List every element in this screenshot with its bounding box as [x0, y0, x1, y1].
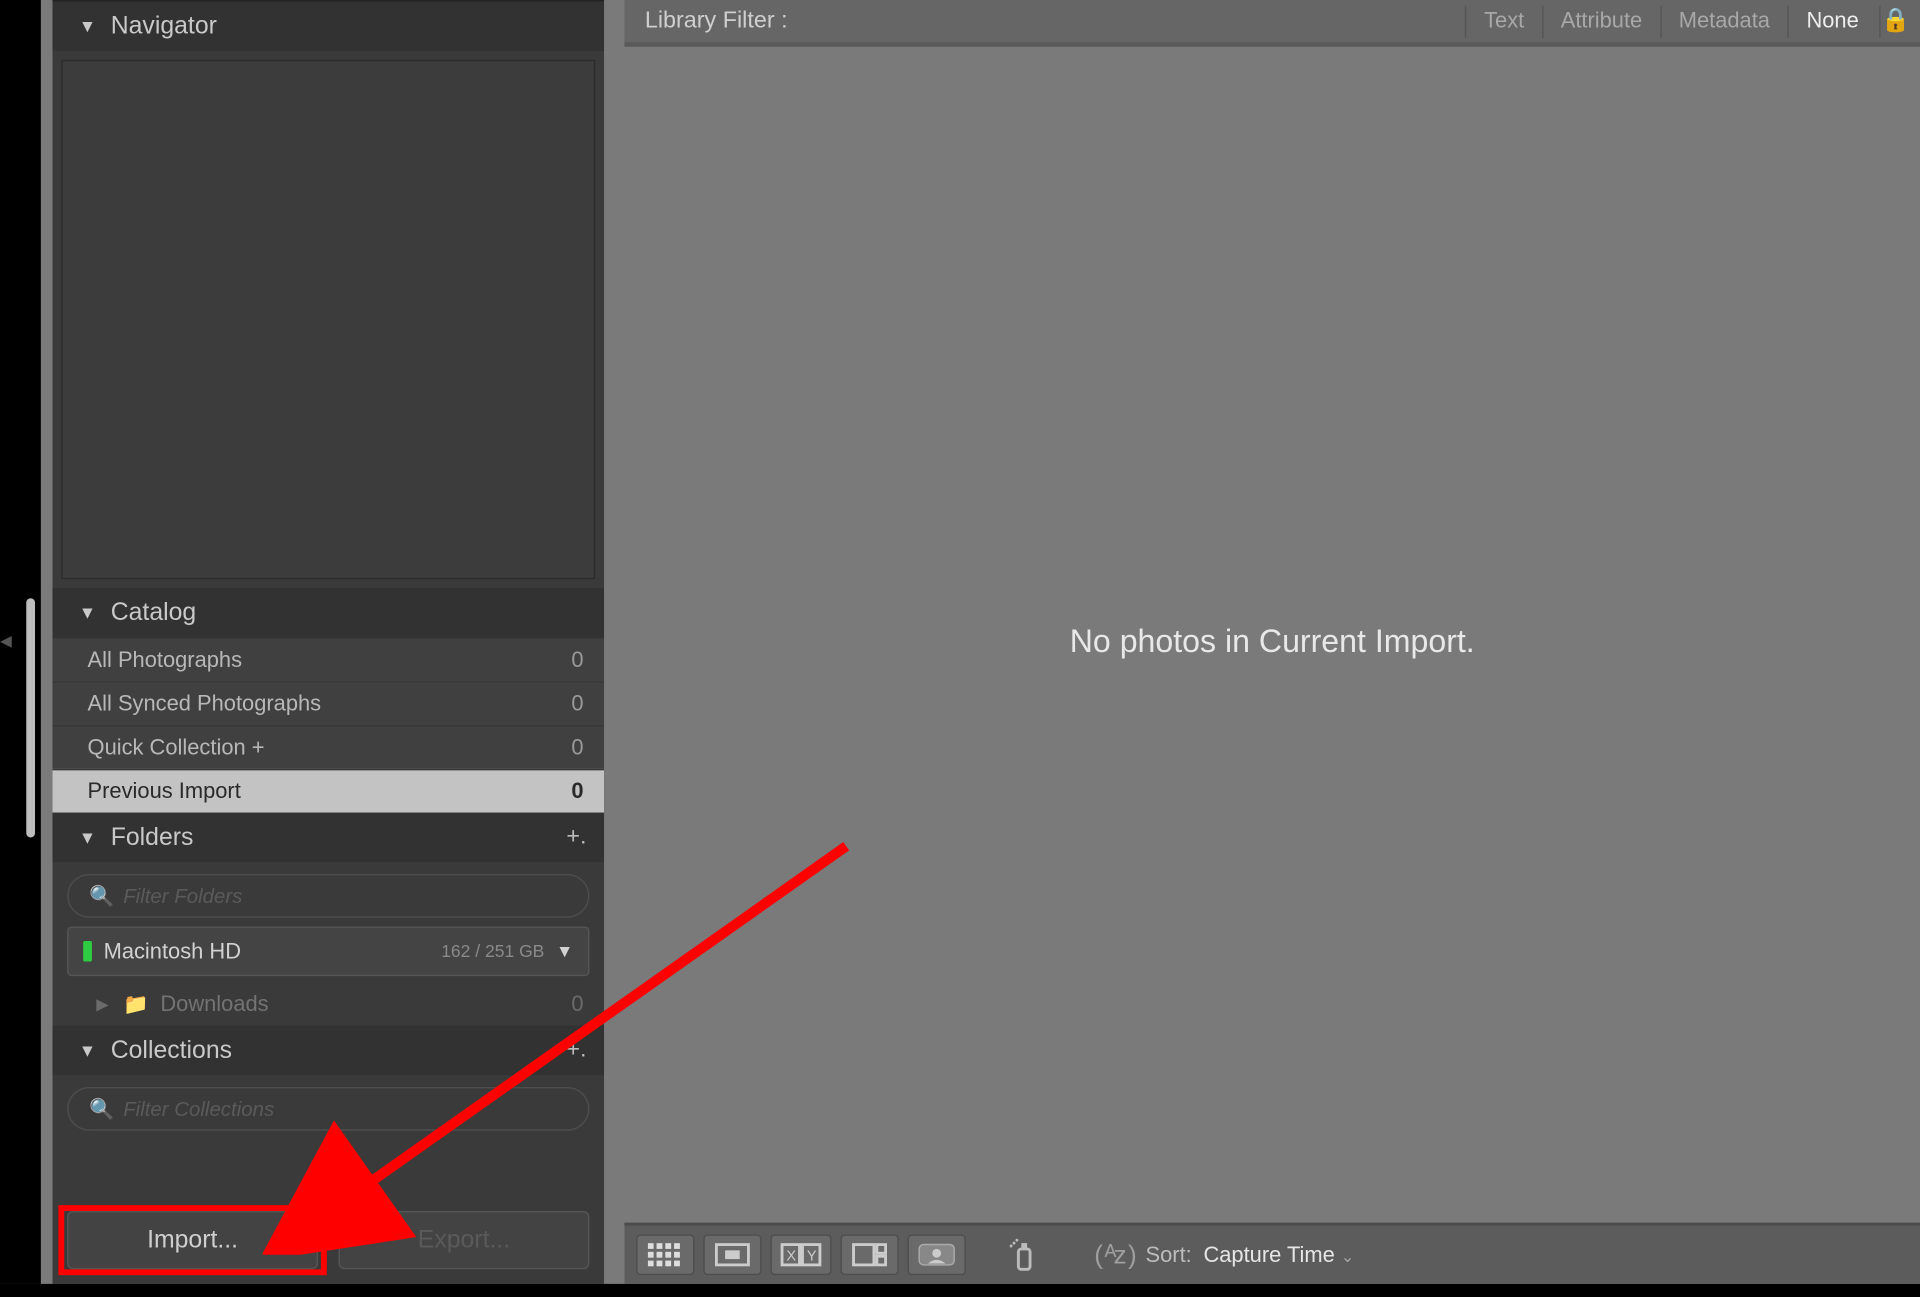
svg-text:Y: Y	[807, 1249, 817, 1265]
disclosure-triangle-icon: ▼	[79, 603, 96, 623]
catalog-header[interactable]: ▼ Catalog	[53, 588, 605, 638]
folders-header[interactable]: ▼ Folders +.	[53, 813, 605, 863]
filter-collections-placeholder: Filter Collections	[123, 1097, 274, 1120]
survey-icon	[852, 1243, 887, 1266]
catalog-item-quick-collection[interactable]: Quick Collection + 0	[53, 725, 605, 769]
collections-title: Collections	[111, 1036, 232, 1065]
filter-collections-input[interactable]: 🔍 Filter Collections	[67, 1087, 589, 1131]
folder-count: 0	[571, 991, 583, 1016]
painter-tool-button[interactable]	[995, 1234, 1053, 1275]
add-collection-icon[interactable]: +.	[566, 1037, 586, 1063]
navigator-preview[interactable]	[61, 60, 595, 579]
catalog-item-all-photographs[interactable]: All Photographs 0	[53, 638, 605, 682]
panel-expand-caret-icon[interactable]: ◂	[0, 627, 18, 656]
folder-row[interactable]: ▶ 📁 Downloads 0	[53, 982, 605, 1026]
loupe-view-button[interactable]	[703, 1234, 761, 1275]
import-button[interactable]: Import...	[67, 1211, 318, 1269]
volume-row[interactable]: Macintosh HD 162 / 251 GB ▼	[67, 926, 589, 976]
catalog-item-label: Quick Collection +	[88, 735, 265, 760]
catalog-item-previous-import[interactable]: Previous Import 0	[53, 769, 605, 813]
library-grid-area: Library Filter : Text Attribute Metadata…	[624, 0, 1920, 1223]
empty-state-message: No photos in Current Import.	[1070, 623, 1475, 661]
disclosure-triangle-icon: ▼	[79, 827, 96, 847]
filter-tab-attribute[interactable]: Attribute	[1542, 5, 1660, 37]
navigator-header[interactable]: ▼ Navigator	[53, 1, 605, 51]
filter-folders-placeholder: Filter Folders	[123, 884, 242, 907]
compare-view-button[interactable]: X Y	[770, 1234, 831, 1275]
grid-icon	[648, 1243, 683, 1266]
catalog-list: All Photographs 0 All Synced Photographs…	[53, 638, 605, 813]
spray-can-icon	[1010, 1237, 1039, 1272]
catalog-item-all-synced[interactable]: All Synced Photographs 0	[53, 681, 605, 725]
catalog-item-label: All Synced Photographs	[88, 692, 322, 717]
catalog-item-count: 0	[571, 648, 583, 673]
filter-lock-icon[interactable]: 🔒	[1879, 5, 1911, 37]
filter-folders-input[interactable]: 🔍 Filter Folders	[67, 874, 589, 918]
catalog-item-label: Previous Import	[88, 779, 241, 804]
catalog-item-count: 0	[571, 692, 583, 717]
catalog-item-count: 0	[571, 735, 583, 760]
catalog-title: Catalog	[111, 598, 197, 627]
disclosure-triangle-icon: ▼	[79, 1040, 96, 1060]
library-filter-bar: Library Filter : Text Attribute Metadata…	[624, 0, 1920, 47]
people-view-button[interactable]	[907, 1234, 965, 1275]
sort-label: Sort:	[1146, 1242, 1192, 1267]
compare-icon: X Y	[781, 1243, 822, 1266]
filter-tab-metadata[interactable]: Metadata	[1660, 5, 1788, 37]
volume-caret-icon[interactable]: ▼	[556, 941, 573, 961]
library-filter-label: Library Filter :	[645, 8, 788, 34]
left-scroll-thumb[interactable]	[26, 598, 35, 837]
folder-icon: 📁	[123, 991, 148, 1016]
catalog-item-label: All Photographs	[88, 648, 243, 673]
folders-title: Folders	[111, 823, 194, 852]
volume-status-led-icon	[83, 941, 92, 961]
people-icon	[918, 1243, 956, 1266]
loupe-icon	[715, 1243, 750, 1266]
export-button[interactable]: Export...	[338, 1211, 589, 1269]
sort-value-dropdown[interactable]: Capture Time ⌄	[1203, 1242, 1354, 1267]
volume-name: Macintosh HD	[104, 939, 241, 964]
disclosure-triangle-icon: ▶	[96, 994, 108, 1013]
disclosure-triangle-icon: ▼	[79, 16, 96, 36]
grid-view-button[interactable]	[636, 1234, 694, 1275]
sort-direction-button[interactable]: ( ᴬz )	[1094, 1239, 1134, 1270]
left-panel: ▼ Navigator ▼ Catalog All Photographs 0 …	[53, 0, 605, 1284]
navigator-title: Navigator	[111, 12, 217, 41]
search-icon: 🔍	[89, 883, 114, 908]
volume-capacity: 162 / 251 GB	[441, 941, 544, 961]
chevron-down-icon: ⌄	[1341, 1248, 1354, 1266]
view-toolbar: X Y	[624, 1223, 1920, 1284]
catalog-item-count: 0	[571, 779, 583, 804]
filter-tab-none[interactable]: None	[1787, 5, 1876, 37]
add-folder-icon[interactable]: +.	[566, 824, 586, 850]
folder-label: Downloads	[160, 991, 268, 1016]
filter-tab-text[interactable]: Text	[1465, 5, 1542, 37]
survey-view-button[interactable]	[840, 1234, 898, 1275]
search-icon: 🔍	[89, 1096, 114, 1121]
svg-text:X: X	[786, 1249, 796, 1265]
collections-header[interactable]: ▼ Collections +.	[53, 1026, 605, 1076]
